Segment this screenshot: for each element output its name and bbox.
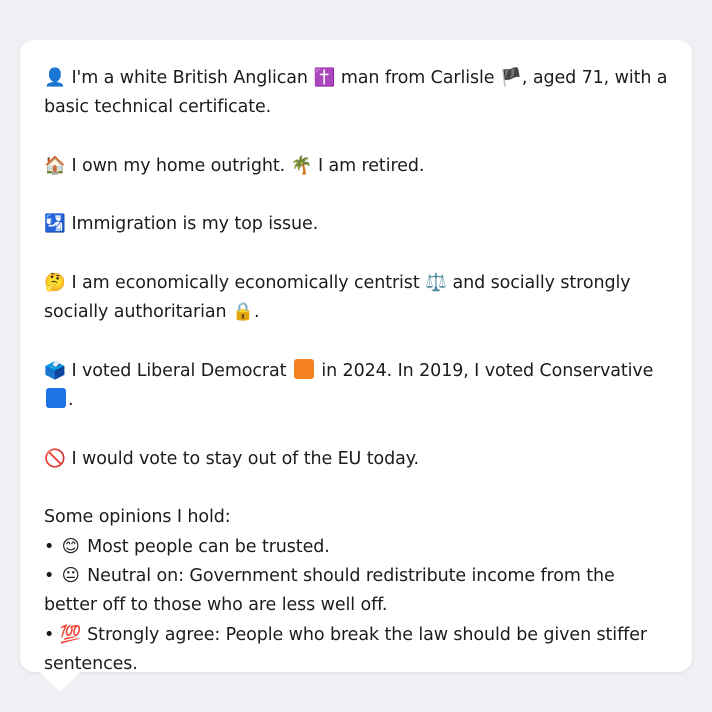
intro-text-b: man from Carlisle bbox=[340, 68, 495, 88]
prohibited-icon: 🚫 bbox=[44, 448, 66, 469]
hundred-points-icon: 💯 bbox=[59, 624, 82, 645]
votes-paragraph: 🗳️ I voted Liberal Democrat in 2024. In … bbox=[44, 357, 668, 416]
eu-paragraph: 🚫 I would vote to stay out of the EU tod… bbox=[44, 445, 668, 474]
orange-square-icon bbox=[293, 358, 314, 379]
ideology-text-c: . bbox=[253, 302, 260, 323]
opinions-heading: Some opinions I hold: bbox=[44, 507, 231, 528]
thinking-face-icon: 🤔 bbox=[44, 273, 66, 294]
issue-paragraph: 🛂 Immigration is my top issue. bbox=[44, 210, 668, 239]
votes-text-a: I voted Liberal Democrat bbox=[71, 360, 287, 381]
england-flag-icon: 🏴 bbox=[500, 68, 522, 88]
ballot-box-icon: 🗳️ bbox=[44, 360, 66, 381]
ideology-text-a: I am economically economically centrist bbox=[71, 273, 420, 294]
intro-text-a: I'm a white British Anglican bbox=[71, 68, 308, 88]
message-bubble: 👤 I'm a white British Anglican ✝️ man fr… bbox=[20, 40, 692, 674]
opinion-item: • 😐 Neutral on: Government should redist… bbox=[44, 562, 668, 621]
issue-text: Immigration is my top issue. bbox=[71, 214, 319, 235]
opinion-item: • 😊 Most people can be trusted. bbox=[44, 533, 668, 562]
votes-text-c: . bbox=[68, 390, 74, 411]
opinion-item: • 💯 Strongly agree: People who break the… bbox=[44, 621, 668, 680]
house-icon: 🏠 bbox=[44, 155, 66, 176]
home-paragraph: 🏠 I own my home outright. 🌴 I am retired… bbox=[44, 152, 668, 181]
bubble-tail bbox=[40, 672, 80, 692]
palm-tree-icon: 🌴 bbox=[290, 155, 313, 176]
neutral-face-icon: 😐 bbox=[61, 566, 80, 587]
opinions-section: Some opinions I hold: • 😊 Most people ca… bbox=[44, 503, 668, 679]
blue-square-icon bbox=[46, 388, 66, 409]
home-text-a: I own my home outright. bbox=[71, 155, 286, 176]
smiling-face-icon: 😊 bbox=[61, 536, 80, 557]
opinion-text: Neutral on: Government should redistribu… bbox=[44, 566, 615, 616]
passport-control-icon: 🛂 bbox=[44, 214, 66, 235]
opinion-text: Most people can be trusted. bbox=[87, 536, 330, 557]
ideology-paragraph: 🤔 I am economically economically centris… bbox=[44, 269, 668, 328]
eu-text: I would vote to stay out of the EU today… bbox=[71, 448, 419, 469]
message-content: 👤 I'm a white British Anglican ✝️ man fr… bbox=[44, 64, 668, 679]
person-icon: 👤 bbox=[44, 68, 66, 88]
lock-icon: 🔒 bbox=[232, 302, 254, 323]
scales-icon: ⚖️ bbox=[425, 273, 447, 294]
opinion-text: Strongly agree: People who break the law… bbox=[44, 624, 647, 674]
home-text-b: I am retired. bbox=[318, 155, 425, 176]
bullet: • bbox=[44, 536, 55, 557]
bullet: • bbox=[44, 624, 55, 645]
bullet: • bbox=[44, 566, 55, 587]
cross-icon: ✝️ bbox=[313, 68, 336, 88]
intro-paragraph: 👤 I'm a white British Anglican ✝️ man fr… bbox=[44, 64, 668, 123]
votes-text-b: in 2024. In 2019, I voted Conservative bbox=[321, 360, 654, 381]
